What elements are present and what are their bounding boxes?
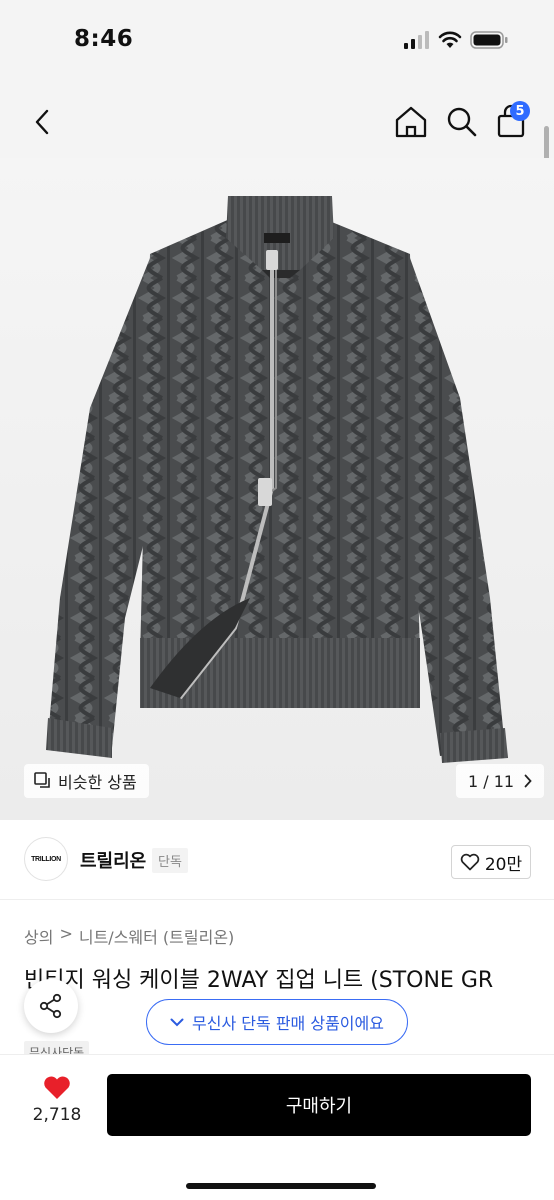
- chevron-right-icon: [524, 774, 532, 788]
- breadcrumb: 상의 > 니트/스웨터 (트릴리온): [24, 924, 234, 948]
- favorite-button[interactable]: 2,718: [26, 1075, 88, 1135]
- share-button[interactable]: [24, 979, 78, 1033]
- product-title: 빈티지 워싱 케이블 2WAY 집업 니트 (STONE GR: [24, 968, 494, 993]
- cellular-signal-icon: [404, 31, 429, 49]
- share-icon: [39, 993, 62, 1019]
- home-indicator[interactable]: [186, 1183, 376, 1189]
- product-image: [46, 196, 508, 763]
- brand-logo-text: TRILLION: [31, 855, 61, 863]
- image-counter-text: 1 / 11: [468, 771, 515, 791]
- favorite-count: 2,718: [32, 1105, 82, 1125]
- brand-name[interactable]: 트릴리온: [80, 847, 146, 873]
- battery-icon: [470, 31, 508, 49]
- brand-like-button[interactable]: 20만: [451, 845, 531, 879]
- chevron-down-icon: [170, 1018, 184, 1026]
- image-counter[interactable]: 1 / 11: [456, 764, 545, 798]
- status-bar: 8:46: [0, 0, 554, 84]
- breadcrumb-separator: >: [59, 924, 73, 943]
- header: [0, 84, 554, 158]
- search-icon: [447, 107, 477, 137]
- cart-count-badge: 5: [510, 101, 530, 121]
- brand-row: TRILLION 트릴리온 단독 20만: [0, 820, 554, 900]
- breadcrumb-category[interactable]: 상의: [24, 924, 53, 948]
- buy-button[interactable]: 구매하기: [107, 1074, 531, 1136]
- search-button[interactable]: [444, 102, 480, 142]
- brand-logo[interactable]: TRILLION: [24, 837, 68, 881]
- similar-products-label: 비슷한 상품: [58, 773, 137, 792]
- home-button[interactable]: [392, 102, 430, 142]
- wifi-icon: [438, 31, 462, 48]
- heart-outline-icon: [460, 853, 480, 871]
- exclusive-toast-text: 무신사 단독 판매 상품이에요: [192, 1014, 384, 1033]
- chevron-left-icon: [35, 109, 49, 135]
- product-image-gallery[interactable]: [0, 158, 554, 820]
- bottom-action-bar: 2,718 구매하기: [0, 1054, 554, 1200]
- exclusive-toast[interactable]: 무신사 단독 판매 상품이에요: [146, 999, 408, 1045]
- similar-products-button[interactable]: 비슷한 상품: [24, 764, 149, 798]
- back-button[interactable]: [22, 102, 62, 142]
- status-icons: [404, 31, 508, 49]
- brand-exclusive-tag: 단독: [152, 848, 188, 873]
- brand-like-count: 20만: [484, 854, 523, 875]
- home-icon: [395, 106, 427, 138]
- heart-filled-icon: [44, 1076, 70, 1099]
- breadcrumb-subcategory[interactable]: 니트/스웨터 (트릴리온): [79, 924, 234, 948]
- copy-squares-icon: [34, 772, 50, 788]
- status-time: 8:46: [74, 26, 134, 52]
